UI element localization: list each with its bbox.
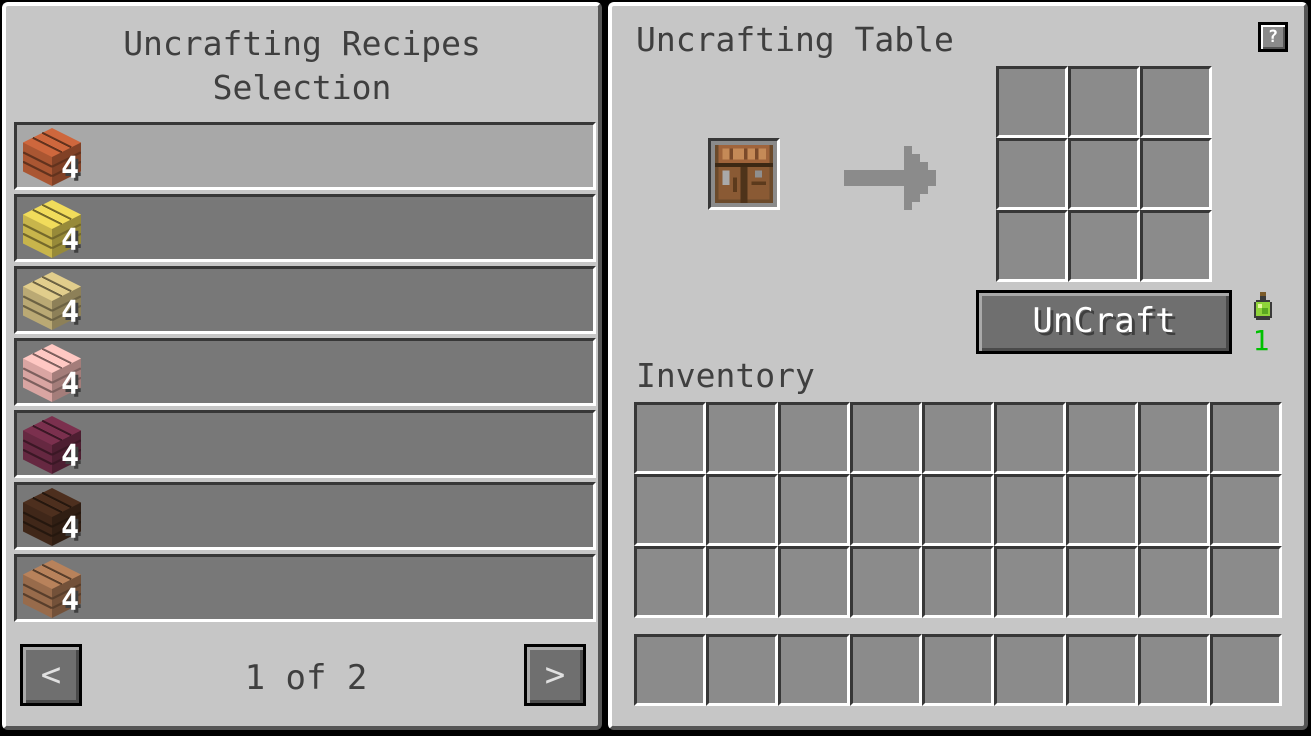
hotbar-slot[interactable] [994,634,1066,706]
recipe-selection-title: Uncrafting Recipes Selection [6,22,598,110]
output-slot[interactable] [1140,66,1212,138]
uncrafting-table-title: Uncrafting Table [636,20,954,59]
output-slot[interactable] [1140,210,1212,282]
inventory-slot[interactable] [1138,402,1210,474]
inventory-slot[interactable] [706,474,778,546]
experience-bottle-icon [1254,292,1272,320]
inventory-slot[interactable] [850,546,922,618]
inventory-slot[interactable] [706,402,778,474]
output-slot[interactable] [1068,138,1140,210]
experience-cost: 1 [1252,324,1270,357]
uncraft-output-grid [996,66,1212,282]
inventory-slot[interactable] [634,546,706,618]
input-slot[interactable] [708,138,780,210]
inventory-slot[interactable] [994,546,1066,618]
hotbar-slot[interactable] [706,634,778,706]
item-count: 4 [61,223,80,258]
inventory-slot[interactable] [922,474,994,546]
recipe-row[interactable]: 4 [14,482,596,550]
inventory-slot[interactable] [994,474,1066,546]
inventory-slot[interactable] [850,402,922,474]
inventory-slot[interactable] [1210,474,1282,546]
output-slot[interactable] [1068,210,1140,282]
inventory-slot[interactable] [1210,402,1282,474]
recipe-row[interactable]: 4 [14,122,596,190]
output-slot[interactable] [996,138,1068,210]
recipe-row[interactable]: 4 [14,266,596,334]
recipe-row[interactable]: 4 [14,338,596,406]
inventory-slot[interactable] [778,474,850,546]
inventory-slot[interactable] [1066,474,1138,546]
output-slot[interactable] [1140,138,1212,210]
crafting-table-icon [715,145,773,203]
recipe-row[interactable]: 4 [14,410,596,478]
item-count: 4 [61,511,80,546]
inventory-slot[interactable] [634,474,706,546]
page-indicator: 1 of 2 [244,658,368,698]
inventory-slot[interactable] [706,546,778,618]
inventory-slot[interactable] [850,474,922,546]
inventory-slot[interactable] [634,402,706,474]
hotbar-slot[interactable] [778,634,850,706]
item-count: 4 [61,439,80,474]
inventory-slot[interactable] [1138,546,1210,618]
hotbar-slot[interactable] [850,634,922,706]
hotbar-slot[interactable] [922,634,994,706]
output-slot[interactable] [996,210,1068,282]
inventory-slot[interactable] [922,546,994,618]
inventory-slot[interactable] [778,546,850,618]
output-slot[interactable] [996,66,1068,138]
inventory-slot[interactable] [1066,402,1138,474]
uncrafting-table-panel: Uncrafting Table ? UnCraft 1 Inventory [608,2,1308,730]
hotbar-slot[interactable] [1210,634,1282,706]
inventory-slot[interactable] [778,402,850,474]
recipe-row[interactable]: 4 [14,554,596,622]
help-button[interactable]: ? [1258,22,1288,52]
inventory-grid [634,402,1284,618]
inventory-slot[interactable] [1210,546,1282,618]
hotbar-slot[interactable] [1066,634,1138,706]
inventory-slot[interactable] [922,402,994,474]
next-page-button[interactable]: > [524,644,586,706]
item-count: 4 [61,367,80,402]
hotbar-slot[interactable] [1138,634,1210,706]
previous-page-button[interactable]: < [20,644,82,706]
title-line-2: Selection [212,68,392,107]
hotbar-slot[interactable] [634,634,706,706]
title-line-1: Uncrafting Recipes [123,24,481,63]
output-slot[interactable] [1068,66,1140,138]
hotbar-grid [634,634,1284,706]
recipe-row[interactable]: 4 [14,194,596,262]
inventory-slot[interactable] [994,402,1066,474]
uncraft-button[interactable]: UnCraft [976,290,1232,354]
item-count: 4 [61,295,80,330]
inventory-label: Inventory [636,356,815,395]
inventory-slot[interactable] [1066,546,1138,618]
item-count: 4 [61,151,80,186]
recipe-selection-panel: Uncrafting Recipes Selection 4 4 4 4 4 4 4 < 1… [2,2,602,730]
item-count: 4 [61,583,80,618]
inventory-slot[interactable] [1138,474,1210,546]
right-arrow-icon [844,146,936,210]
